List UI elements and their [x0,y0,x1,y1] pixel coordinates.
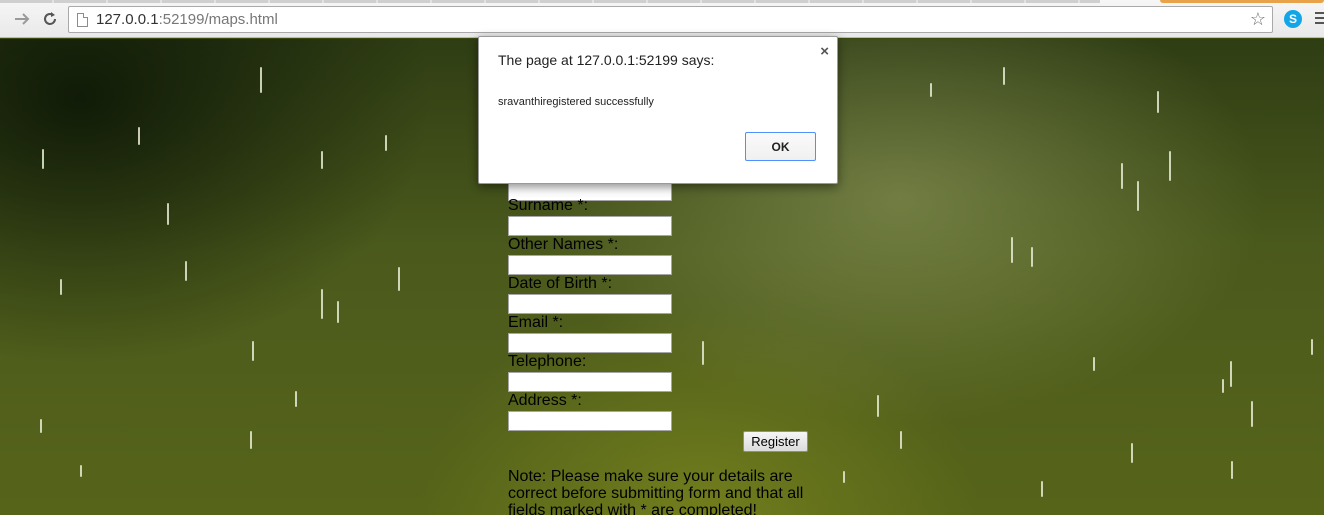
rain-streak [250,431,252,449]
telephone-label: Telephone: [508,353,587,370]
register-button[interactable]: Register [743,431,808,452]
browser-toolbar: 127.0.0.1:52199/maps.html ☆ S [0,0,1324,38]
ok-button[interactable]: OK [745,132,816,161]
rain-streak [1093,357,1095,371]
rain-streak [138,127,140,145]
address-label: Address *: [508,392,582,409]
skype-icon[interactable]: S [1284,10,1302,28]
alert-dialog: The page at 127.0.0.1:52199 says: × srav… [478,36,838,184]
address-input[interactable] [508,411,672,431]
menu-icon[interactable] [1315,12,1324,27]
rain-streak [1222,379,1224,393]
active-tab-edge[interactable] [1160,0,1324,3]
star-icon[interactable]: ☆ [1250,9,1266,30]
rain-streak [321,151,323,169]
rain-streak [1011,237,1013,263]
surname-label: Surname *: [508,197,589,214]
rain-streak [1131,443,1133,463]
rain-streak [1157,91,1159,113]
rain-streak [900,431,902,449]
rain-streak [80,465,82,477]
rain-streak [1031,247,1033,267]
rain-streak [930,83,932,97]
rain-streak [42,149,44,169]
email-label: Email *: [508,314,564,331]
rain-streak [1003,67,1005,85]
rain-streak [702,341,704,365]
rain-streak [321,289,323,319]
rain-streak [185,261,187,281]
rain-streak [843,471,845,483]
rain-streak [252,341,254,361]
rain-streak [60,279,62,295]
back-arrow-icon[interactable] [12,9,32,29]
rain-streak [385,135,387,151]
rain-streak [1169,151,1171,181]
skype-glyph: S [1288,12,1297,26]
other-names-label: Other Names *: [508,236,619,253]
address-bar[interactable]: 127.0.0.1:52199/maps.html ☆ [68,6,1273,33]
reload-icon[interactable] [40,9,60,29]
alert-message: sravanthiregistered successfully [498,96,654,108]
rain-streak [1231,461,1233,479]
date-of-birth-label: Date of Birth *: [508,275,613,292]
date-of-birth-input[interactable] [508,294,672,314]
url-path: :52199/maps.html [158,11,278,28]
close-icon[interactable]: × [820,43,829,60]
rain-streak [167,203,169,225]
rain-streak [1311,339,1313,355]
rain-streak [1230,361,1232,387]
rain-streak [260,67,262,93]
url-host: 127.0.0.1 [96,11,159,28]
rain-streak [295,391,297,407]
telephone-input[interactable] [508,372,672,392]
rain-streak [337,301,339,323]
rain-streak [1251,401,1253,427]
form-note: Note: Please make sure your details are … [508,468,804,515]
page-icon [77,13,88,27]
rain-streak [40,419,42,433]
url-text[interactable]: 127.0.0.1:52199/maps.html [96,11,278,28]
rain-streak [1121,163,1123,189]
email-input[interactable] [508,333,672,353]
rain-streak [1041,481,1043,497]
rain-streak [1137,181,1139,211]
rain-streak [398,267,400,291]
other-names-input[interactable] [508,255,672,275]
rain-streak [877,395,879,417]
surname-input[interactable] [508,216,672,236]
alert-title: The page at 127.0.0.1:52199 says: [498,52,715,68]
tab-strip [0,0,1100,3]
